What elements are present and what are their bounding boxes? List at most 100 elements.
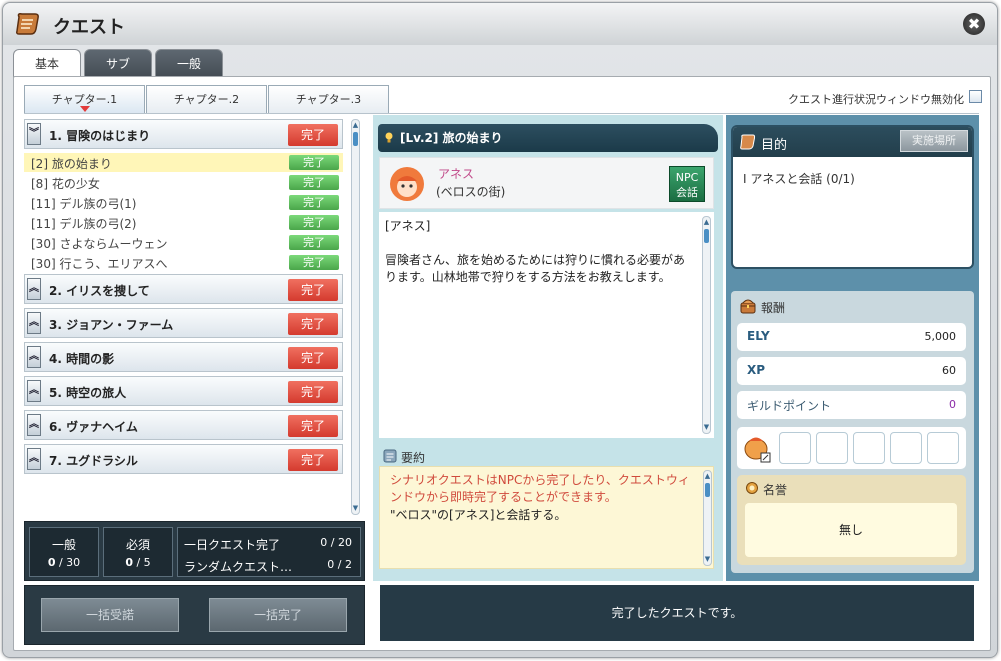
tab-general[interactable]: 一般 bbox=[155, 49, 223, 77]
expand-icon[interactable]: ︽ bbox=[27, 312, 41, 334]
chapter-row-1[interactable]: ︾ 1. 冒険のはじまり 完了 bbox=[24, 119, 343, 149]
expand-icon[interactable]: ︽ bbox=[27, 346, 41, 368]
reward-guild-label: ギルドポイント bbox=[747, 399, 832, 413]
quest-item-label: [30] 行こう、エリアスへ bbox=[31, 257, 168, 271]
expand-icon[interactable]: ︽ bbox=[27, 380, 41, 402]
expand-icon[interactable]: ︽ bbox=[27, 278, 41, 300]
npc-talk-button[interactable]: NPC 会話 bbox=[669, 166, 705, 202]
chapter-row-2[interactable]: ︽ 2. イリスを捜して 完了 bbox=[24, 274, 343, 304]
scroll-icon bbox=[16, 13, 39, 35]
chapter-tab-divider bbox=[24, 113, 979, 114]
tab-basic[interactable]: 基本 bbox=[13, 49, 81, 79]
reward-item-slot[interactable] bbox=[779, 432, 811, 464]
reward-xp-label: XP bbox=[747, 363, 766, 377]
dialog-text: [アネス] 冒険者さん、旅を始めるためには狩りに慣れる必要があります。山林地帯で… bbox=[385, 218, 690, 286]
close-button[interactable]: ✖ bbox=[963, 13, 985, 35]
scroll-down-icon[interactable]: ▼ bbox=[352, 504, 359, 513]
required-counter-value: 0 / 5 bbox=[104, 556, 172, 569]
chapter-list-scrollbar[interactable]: ▲ ▼ bbox=[351, 119, 360, 515]
objective-reward-panel: 目的 実施場所 Ⅰ アネスと会話 (0/1) 報酬 ELY 5,000 XP 6… bbox=[726, 115, 979, 581]
daily-quest-value: 0 / 20 bbox=[320, 536, 352, 549]
chapter-title: 7. ユグドラシル bbox=[49, 454, 138, 468]
status-badge: 完了 bbox=[288, 124, 338, 146]
tab-chapter-3[interactable]: チャプター.3 bbox=[268, 85, 389, 113]
objective-box: 目的 実施場所 Ⅰ アネスと会話 (0/1) bbox=[731, 125, 974, 269]
scrollbar-thumb[interactable] bbox=[704, 229, 709, 243]
chapter-row-5[interactable]: ︽ 5. 時空の旅人 完了 bbox=[24, 376, 343, 406]
scrollbar-thumb[interactable] bbox=[705, 483, 710, 497]
reward-header: 報酬 bbox=[739, 299, 785, 316]
title-bar[interactable]: クエスト ✖ bbox=[3, 3, 997, 45]
chest-icon bbox=[740, 299, 756, 314]
reward-ely-row: ELY 5,000 bbox=[737, 323, 966, 351]
note-icon bbox=[383, 449, 397, 463]
fame-header: 名誉 bbox=[745, 481, 787, 498]
reward-item-slot[interactable] bbox=[853, 432, 885, 464]
scroll-up-icon[interactable]: ▲ bbox=[352, 121, 359, 130]
general-counter-value: 0 / 30 bbox=[30, 556, 98, 569]
status-badge: 完了 bbox=[288, 279, 338, 301]
scroll-up-icon[interactable]: ▲ bbox=[704, 472, 711, 481]
quest-window: クエスト ✖ 基本 サブ 一般 チャプター.1 チャプター.2 チャプター.3 … bbox=[2, 2, 998, 658]
tab-chapter-1[interactable]: チャプター.1 bbox=[24, 85, 145, 113]
chapter-row-6[interactable]: ︽ 6. ヴァナヘイム 完了 bbox=[24, 410, 343, 440]
reward-ely-value: 5,000 bbox=[924, 330, 957, 343]
location-button[interactable]: 実施場所 bbox=[900, 130, 968, 152]
required-counter-label: 必須 bbox=[125, 538, 150, 552]
summary-scrollbar[interactable]: ▲ ▼ bbox=[703, 470, 712, 566]
summary-note: シナリオクエストはNPCから完了したり、クエストウィンドウから即時完了することが… bbox=[390, 473, 690, 504]
bulk-complete-button[interactable]: 一括完了 bbox=[209, 598, 347, 632]
summary-label: 要約 bbox=[401, 451, 426, 465]
quest-item[interactable]: [11] デル族の弓(2) 完了 bbox=[24, 213, 343, 232]
required-counter: 必須 0 / 5 bbox=[103, 527, 173, 577]
chapter-title: 4. 時間の影 bbox=[49, 352, 115, 366]
random-quest-label: ランダムクエスト… bbox=[184, 560, 293, 574]
expand-icon[interactable]: ︽ bbox=[27, 448, 41, 470]
quest-item[interactable]: [8] 花の少女 完了 bbox=[24, 173, 343, 192]
status-badge: 完了 bbox=[289, 215, 339, 230]
quest-item[interactable]: [30] 行こう、エリアスへ 完了 bbox=[24, 253, 343, 272]
random-quest-row: ランダムクエスト… 0 / 2 bbox=[184, 558, 356, 575]
reward-item-slot[interactable] bbox=[816, 432, 848, 464]
daily-quest-row: 一日クエスト完了 0 / 20 bbox=[184, 536, 356, 553]
tab-sub[interactable]: サブ bbox=[84, 49, 152, 77]
npc-talk-line2: 会話 bbox=[676, 186, 698, 199]
tab-chapter-2[interactable]: チャプター.2 bbox=[146, 85, 267, 113]
dialog-scrollbar[interactable]: ▲ ▼ bbox=[702, 216, 711, 434]
potion-icon bbox=[744, 437, 771, 463]
caret-down-icon bbox=[80, 106, 90, 112]
daily-random-counter: 一日クエスト完了 0 / 20 ランダムクエスト… 0 / 2 bbox=[177, 527, 361, 577]
tab-chapter-1-label: チャプター.1 bbox=[51, 93, 118, 106]
reward-item-slot[interactable] bbox=[741, 432, 773, 464]
disable-progress-window-checkbox[interactable] bbox=[969, 90, 982, 103]
scrollbar-thumb[interactable] bbox=[353, 132, 358, 146]
scroll-up-icon[interactable]: ▲ bbox=[703, 218, 710, 227]
status-badge: 完了 bbox=[289, 175, 339, 190]
reward-item-slot[interactable] bbox=[890, 432, 922, 464]
scroll-down-icon[interactable]: ▼ bbox=[703, 423, 710, 432]
expand-icon[interactable]: ︽ bbox=[27, 414, 41, 436]
quest-title: [Lv.2] 旅の始まり bbox=[400, 131, 503, 145]
required-counter-current: 0 bbox=[125, 556, 133, 569]
quest-item[interactable]: [11] デル族の弓(1) 完了 bbox=[24, 193, 343, 212]
reward-xp-value: 60 bbox=[942, 364, 956, 377]
collapse-icon[interactable]: ︾ bbox=[27, 123, 41, 145]
quest-counter-panel: 一般 0 / 30 必須 0 / 5 一日クエスト完了 0 / 20 ランダムク… bbox=[24, 521, 365, 581]
reward-item-slot[interactable] bbox=[927, 432, 959, 464]
status-badge: 完了 bbox=[289, 255, 339, 270]
chapter-row-4[interactable]: ︽ 4. 時間の影 完了 bbox=[24, 342, 343, 372]
scroll-icon bbox=[740, 134, 756, 150]
summary-header: 要約 bbox=[383, 449, 425, 466]
npc-name: アネス bbox=[438, 167, 475, 181]
completed-banner: 完了したクエストです。 bbox=[380, 585, 974, 641]
status-badge: 完了 bbox=[289, 155, 339, 170]
chapter-row-7[interactable]: ︽ 7. ユグドラシル 完了 bbox=[24, 444, 343, 474]
bulk-action-panel: 一括受諾 一括完了 bbox=[24, 585, 365, 645]
quest-item[interactable]: [2] 旅の始まり 完了 bbox=[24, 153, 343, 172]
reward-title: 報酬 bbox=[761, 301, 786, 315]
quest-item[interactable]: [30] さよならムーウェン 完了 bbox=[24, 233, 343, 252]
bulk-accept-button[interactable]: 一括受諾 bbox=[41, 598, 179, 632]
general-counter-label: 一般 bbox=[51, 538, 76, 552]
scroll-down-icon[interactable]: ▼ bbox=[704, 555, 711, 564]
chapter-row-3[interactable]: ︽ 3. ジョアン・ファーム 完了 bbox=[24, 308, 343, 338]
